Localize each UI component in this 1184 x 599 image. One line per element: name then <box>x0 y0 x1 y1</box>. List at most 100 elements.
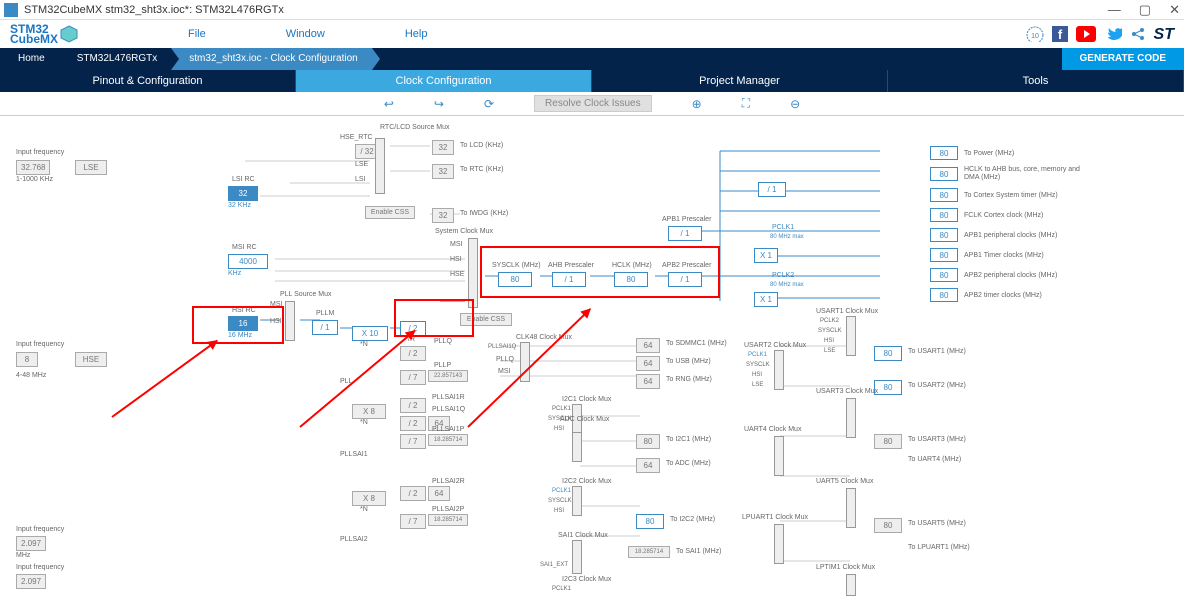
tab-clock[interactable]: Clock Configuration <box>296 70 592 92</box>
fit-icon[interactable]: ⛶ <box>742 96 750 111</box>
apb1-x1: X 1 <box>754 248 778 263</box>
usart2-mux[interactable] <box>774 350 784 390</box>
zoom-out-icon[interactable]: ⊖ <box>790 97 800 111</box>
label-input-freq-1: Input frequency <box>16 149 64 156</box>
minimize-button[interactable]: — <box>1108 2 1121 18</box>
pllsai1r-label: PLLSAI1R <box>432 394 465 401</box>
sai1-freq[interactable]: 2.097 <box>16 536 46 551</box>
rtc-mux[interactable] <box>375 138 385 194</box>
msi-khz: KHz <box>228 270 241 277</box>
pllm-val[interactable]: / 1 <box>312 320 338 335</box>
usart1-out: 80 <box>874 346 902 361</box>
lcd-out: 32 <box>432 140 454 155</box>
pllsai1r-val[interactable]: / 2 <box>400 398 426 413</box>
tab-project[interactable]: Project Manager <box>592 70 888 92</box>
pllsai1q-val[interactable]: / 2 <box>400 416 426 431</box>
clock-diagram[interactable]: Input frequency 32.768 1-1000 KHz LSE LS… <box>0 116 1184 599</box>
youtube-icon[interactable] <box>1076 26 1096 42</box>
rtc-src-mux-label: RTC/LCD Source Mux <box>380 124 450 131</box>
pll-source-mux[interactable] <box>285 301 295 341</box>
hsi-val: 16 <box>228 316 258 331</box>
crumb-file[interactable]: stm32_sht3x.ioc - Clock Configuration <box>171 48 371 70</box>
hsi-mhz: 16 MHz <box>228 332 252 339</box>
pllsai2r-val[interactable]: / 2 <box>400 486 426 501</box>
i2c2-mux-label: I2C2 Clock Mux <box>562 478 611 485</box>
uart5-mux[interactable] <box>846 488 856 528</box>
to-i2c2: To I2C2 (MHz) <box>670 516 715 523</box>
to-iwdg: To IWDG (KHz) <box>460 210 508 217</box>
facebook-icon[interactable]: f <box>1052 26 1068 42</box>
system-clock-mux[interactable] <box>468 238 478 308</box>
st-logo: ST <box>1154 26 1174 42</box>
menu-file[interactable]: File <box>188 28 206 40</box>
crumb-chip[interactable]: STM32L476RGTx <box>59 48 172 70</box>
star-n: *N <box>360 341 368 348</box>
pllsai1p-val[interactable]: / 7 <box>400 434 426 449</box>
sys-clk-mux-label: System Clock Mux <box>435 228 493 235</box>
enable-css-2[interactable]: Enable CSS <box>460 313 512 326</box>
sdmmc-out: 64 <box>636 338 660 353</box>
to-usart3: To USART3 (MHz) <box>908 436 966 443</box>
lptim1-mux[interactable] <box>846 574 856 596</box>
maximize-button[interactable]: ▢ <box>1139 2 1151 18</box>
clk48-pllsai1q: PLLSAI1Q <box>488 344 516 350</box>
u1-pclk2: PCLK2 <box>820 318 839 324</box>
pllsai1-n[interactable]: X 8 <box>352 404 386 419</box>
adc-mux[interactable] <box>572 432 582 462</box>
uart4-mux[interactable] <box>774 436 784 476</box>
hse-input[interactable]: 8 <box>16 352 38 367</box>
pllsai2-n[interactable]: X 8 <box>352 491 386 506</box>
sys-msi: MSI <box>450 241 462 248</box>
lsi-val: 32 <box>228 186 258 201</box>
hclk-val[interactable]: 80 <box>614 272 648 287</box>
to-usb: To USB (MHz) <box>666 358 711 365</box>
toolbar: ↩ ↪ ⟳ Resolve Clock Issues ⊕ ⛶ ⊖ <box>0 92 1184 116</box>
usart3-mux[interactable] <box>846 398 856 438</box>
tab-tools[interactable]: Tools <box>888 70 1184 92</box>
zoom-in-icon[interactable]: ⊕ <box>692 97 702 111</box>
i2c1-pclk1: PCLK1 <box>552 406 571 412</box>
apb2-val[interactable]: / 1 <box>668 272 702 287</box>
lptim1-mux-label: LPTIM1 Clock Mux <box>816 564 875 571</box>
pllsai2p-val[interactable]: / 7 <box>400 514 426 529</box>
redo-icon[interactable]: ↪ <box>434 97 444 111</box>
pclk2-label: PCLK2 <box>772 272 794 279</box>
i2c2-mux[interactable] <box>572 486 582 516</box>
apb1-val[interactable]: / 1 <box>668 226 702 241</box>
undo-icon[interactable]: ↩ <box>384 97 394 111</box>
hclk-div1[interactable]: / 1 <box>758 182 786 197</box>
resolve-clock-button[interactable]: Resolve Clock Issues <box>534 95 652 112</box>
to-sai1: To SAI1 (MHz) <box>676 548 722 555</box>
badge-icon[interactable]: 10 <box>1026 26 1044 42</box>
menu-window[interactable]: Window <box>286 28 325 40</box>
share-icon[interactable] <box>1130 26 1146 42</box>
pllq-val[interactable]: / 2 <box>400 346 426 361</box>
generate-code-button[interactable]: GENERATE CODE <box>1062 48 1184 70</box>
ahb-val[interactable]: / 1 <box>552 272 586 287</box>
sai1-mux[interactable] <box>572 540 582 574</box>
twitter-icon[interactable] <box>1104 26 1122 42</box>
pllp-val[interactable]: / 7 <box>400 370 426 385</box>
crumb-home[interactable]: Home <box>0 48 59 70</box>
tab-pinout[interactable]: Pinout & Configuration <box>0 70 296 92</box>
out-apb1-periph: 80APB1 peripheral clocks (MHz) <box>930 228 1088 242</box>
sai1-ext: SAI1_EXT <box>540 562 568 568</box>
sysclk-label: SYSCLK (MHz) <box>492 262 541 269</box>
hclk-label: HCLK (MHz) <box>612 262 652 269</box>
usart1-mux[interactable] <box>846 316 856 356</box>
enable-css[interactable]: Enable CSS <box>365 206 415 219</box>
lpuart1-mux[interactable] <box>774 524 784 564</box>
clk48-pllq: PLLQ <box>496 356 514 363</box>
to-usart5: To USART5 (MHz) <box>908 520 966 527</box>
refresh-icon[interactable]: ⟳ <box>484 97 494 111</box>
i2c2-out[interactable]: 80 <box>636 514 664 529</box>
i2c1-mux-label: I2C1 Clock Mux <box>562 396 611 403</box>
sysclk-val[interactable]: 80 <box>498 272 532 287</box>
menu-help[interactable]: Help <box>405 28 428 40</box>
sai2-freq[interactable]: 2.097 <box>16 574 46 589</box>
plln-val[interactable]: X 10 <box>352 326 388 341</box>
lse-freq-input[interactable]: 32.768 <box>16 160 50 175</box>
lse-box: LSE <box>75 160 107 175</box>
close-button[interactable]: ✕ <box>1169 2 1180 18</box>
msi-val[interactable]: 4000 <box>228 254 268 269</box>
